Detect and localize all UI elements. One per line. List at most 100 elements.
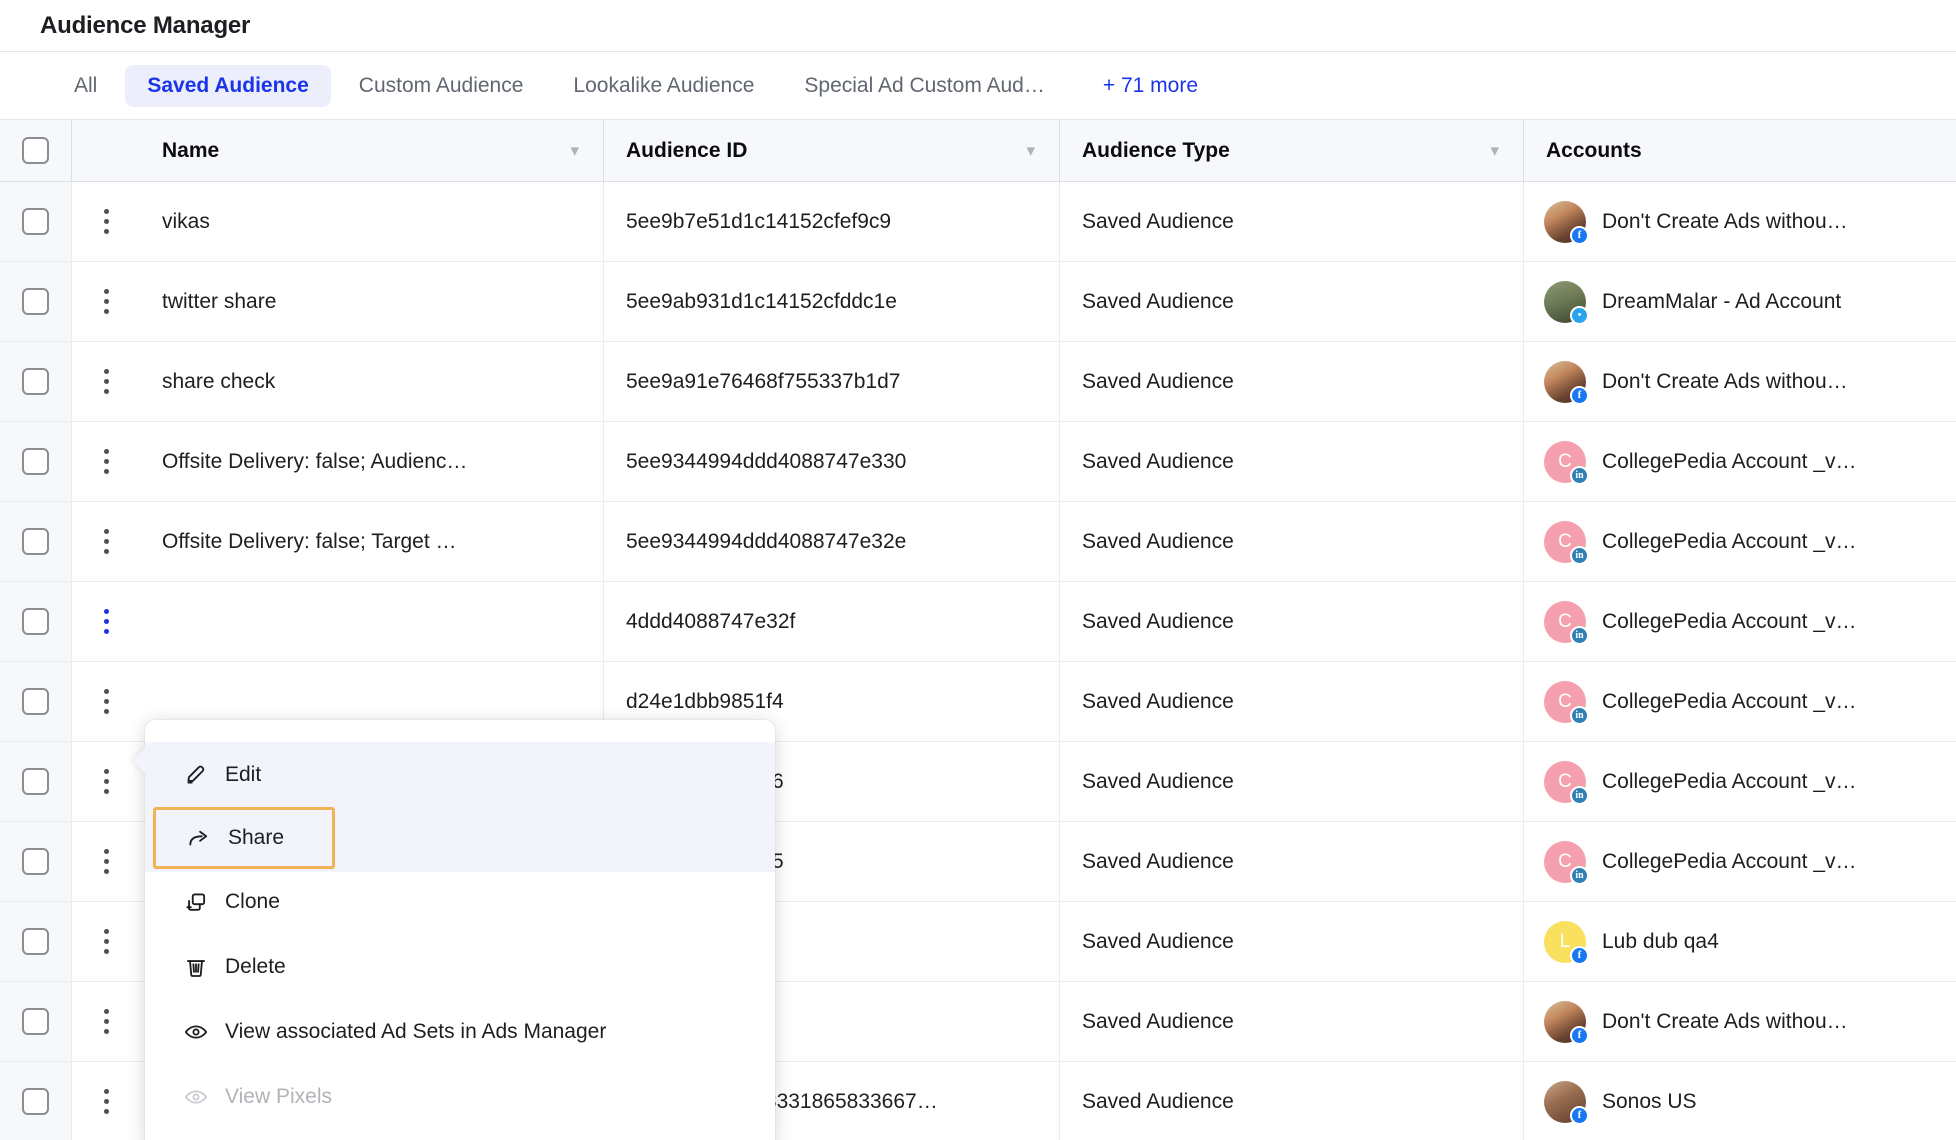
row-select-cell <box>0 1062 72 1140</box>
row-actions-kebab-icon[interactable] <box>103 209 109 234</box>
context-menu-items: Edit Share Clone Delete View associated Ad S… <box>145 742 775 1129</box>
cell-account: Cin CollegePedia Account _v… <box>1524 822 1956 901</box>
select-all-checkbox[interactable] <box>22 137 49 164</box>
column-header-audience-id[interactable]: Audience ID ▾ <box>604 120 1060 181</box>
column-header-audience-type-label: Audience Type <box>1082 138 1230 162</box>
cell-account: f Sonos US <box>1524 1062 1956 1140</box>
row-actions-cell <box>72 902 140 981</box>
column-header-accounts[interactable]: Accounts <box>1524 120 1956 181</box>
row-checkbox[interactable] <box>22 608 49 635</box>
table-row[interactable]: vikas 5ee9b7e51d1c14152cfef9c9 Saved Audie… <box>0 182 1956 262</box>
menu-item-view-pixels: View Pixels <box>145 1064 775 1129</box>
cell-audience-type: Saved Audience <box>1060 822 1524 901</box>
account-name: DreamMalar - Ad Account <box>1602 289 1842 313</box>
row-checkbox[interactable] <box>22 368 49 395</box>
account-name: Don't Create Ads withou… <box>1602 1009 1848 1033</box>
row-actions-kebab-icon[interactable] <box>103 769 109 794</box>
tab-special-ad-custom-aud[interactable]: Special Ad Custom Aud… <box>782 65 1066 107</box>
row-actions-kebab-icon[interactable] <box>103 449 109 474</box>
table-row[interactable]: Offsite Delivery: false; Target … 5ee9344… <box>0 502 1956 582</box>
menu-item-share[interactable]: Share <box>153 807 335 869</box>
menu-item-label: View associated Ad Sets in Ads Manager <box>225 1019 607 1043</box>
row-select-cell <box>0 262 72 341</box>
pencil-icon <box>183 762 217 788</box>
cell-audience-id: 4ddd4088747e32f <box>604 582 1060 661</box>
row-actions-cell <box>72 422 140 501</box>
avatar: f <box>1544 360 1589 405</box>
cell-name: Offsite Delivery: false; Audienc… <box>140 422 604 501</box>
cell-audience-id: 5ee9a91e76468f755337b1d7 <box>604 342 1060 421</box>
row-actions-cell <box>72 262 140 341</box>
row-actions-kebab-icon[interactable] <box>103 929 109 954</box>
account-name: CollegePedia Account _v… <box>1602 769 1857 793</box>
row-actions-kebab-icon[interactable] <box>103 609 109 634</box>
audience-table: Name ▾ Audience ID ▾ Audience Type ▾ Acc… <box>0 120 1956 1140</box>
row-checkbox[interactable] <box>22 1008 49 1035</box>
row-actions-kebab-icon[interactable] <box>103 689 109 714</box>
cell-account: f Don't Create Ads withou… <box>1524 342 1956 421</box>
row-checkbox[interactable] <box>22 928 49 955</box>
row-actions-cell <box>72 742 140 821</box>
row-checkbox[interactable] <box>22 448 49 475</box>
row-actions-kebab-icon[interactable] <box>103 849 109 874</box>
cell-audience-type: Saved Audience <box>1060 502 1524 581</box>
eye-icon <box>183 1084 217 1110</box>
linkedin-badge-icon: in <box>1570 785 1589 805</box>
row-checkbox[interactable] <box>22 688 49 715</box>
table-row[interactable]: Offsite Delivery: false; Audienc… 5ee9344… <box>0 422 1956 502</box>
account-name: CollegePedia Account _v… <box>1602 609 1857 633</box>
row-actions-cell <box>72 342 140 421</box>
row-actions-kebab-icon[interactable] <box>103 529 109 554</box>
row-checkbox[interactable] <box>22 528 49 555</box>
account-name: CollegePedia Account _v… <box>1602 689 1857 713</box>
row-actions-kebab-icon[interactable] <box>103 1089 109 1114</box>
cell-audience-type: Saved Audience <box>1060 742 1524 821</box>
account-name: CollegePedia Account _v… <box>1602 529 1857 553</box>
tabs-more-link[interactable]: + 71 more <box>1073 65 1220 107</box>
menu-item-edit[interactable]: Edit <box>145 742 775 807</box>
tab-custom-audience[interactable]: Custom Audience <box>337 65 546 107</box>
column-header-name[interactable]: Name ▾ <box>140 120 604 181</box>
facebook-badge-icon: f <box>1570 1025 1589 1045</box>
linkedin-badge-icon: in <box>1570 545 1589 565</box>
cell-account: Cin CollegePedia Account _v… <box>1524 742 1956 821</box>
row-checkbox[interactable] <box>22 208 49 235</box>
column-header-audience-type[interactable]: Audience Type ▾ <box>1060 120 1524 181</box>
row-actions-cell <box>72 1062 140 1140</box>
share-arrow-icon <box>186 825 220 851</box>
menu-item-label: Delete <box>225 954 286 978</box>
chevron-down-icon[interactable]: ▾ <box>1490 142 1499 159</box>
chevron-down-icon[interactable]: ▾ <box>570 142 579 159</box>
row-checkbox[interactable] <box>22 848 49 875</box>
tab-lookalike-audience[interactable]: Lookalike Audience <box>551 65 776 107</box>
menu-item-clone[interactable]: Clone <box>145 869 775 934</box>
cell-account: Cin CollegePedia Account _v… <box>1524 662 1956 741</box>
chevron-down-icon[interactable]: ▾ <box>1026 142 1035 159</box>
table-row[interactable]: 4ddd4088747e32f Saved Audience Cin CollegeP… <box>0 582 1956 662</box>
avatar: Cin <box>1544 760 1589 805</box>
table-row[interactable]: twitter share 5ee9ab931d1c14152cfddc1e Sav… <box>0 262 1956 342</box>
eye-icon <box>183 1019 217 1045</box>
row-checkbox[interactable] <box>22 1088 49 1115</box>
menu-item-label: Share <box>228 826 285 849</box>
menu-item-delete[interactable]: Delete <box>145 934 775 999</box>
select-all-cell <box>0 120 72 181</box>
header-kebab-spacer <box>72 120 140 181</box>
row-checkbox[interactable] <box>22 288 49 315</box>
cell-audience-type: Saved Audience <box>1060 422 1524 501</box>
table-row[interactable]: share check 5ee9a91e76468f755337b1d7 Saved… <box>0 342 1956 422</box>
tab-saved-audience[interactable]: Saved Audience <box>125 64 331 107</box>
cell-audience-id: 5ee9b7e51d1c14152cfef9c9 <box>604 182 1060 261</box>
tab-all[interactable]: All <box>52 65 119 107</box>
account-name: Sonos US <box>1602 1089 1697 1113</box>
page-header: Audience Manager <box>0 0 1956 52</box>
row-actions-kebab-icon[interactable] <box>103 289 109 314</box>
row-actions-kebab-icon[interactable] <box>103 369 109 394</box>
cell-account: f Don't Create Ads withou… <box>1524 982 1956 1061</box>
audience-type-tabbar: All Saved Audience Custom Audience Lookalik… <box>0 52 1956 120</box>
row-actions-kebab-icon[interactable] <box>103 1009 109 1034</box>
row-checkbox[interactable] <box>22 768 49 795</box>
row-select-cell <box>0 662 72 741</box>
menu-item-view-associated-ad-sets-in-ads-manager[interactable]: View associated Ad Sets in Ads Manager <box>145 999 775 1064</box>
row-actions-context-menu: Edit Share Clone Delete View associated Ad S… <box>132 720 775 1140</box>
